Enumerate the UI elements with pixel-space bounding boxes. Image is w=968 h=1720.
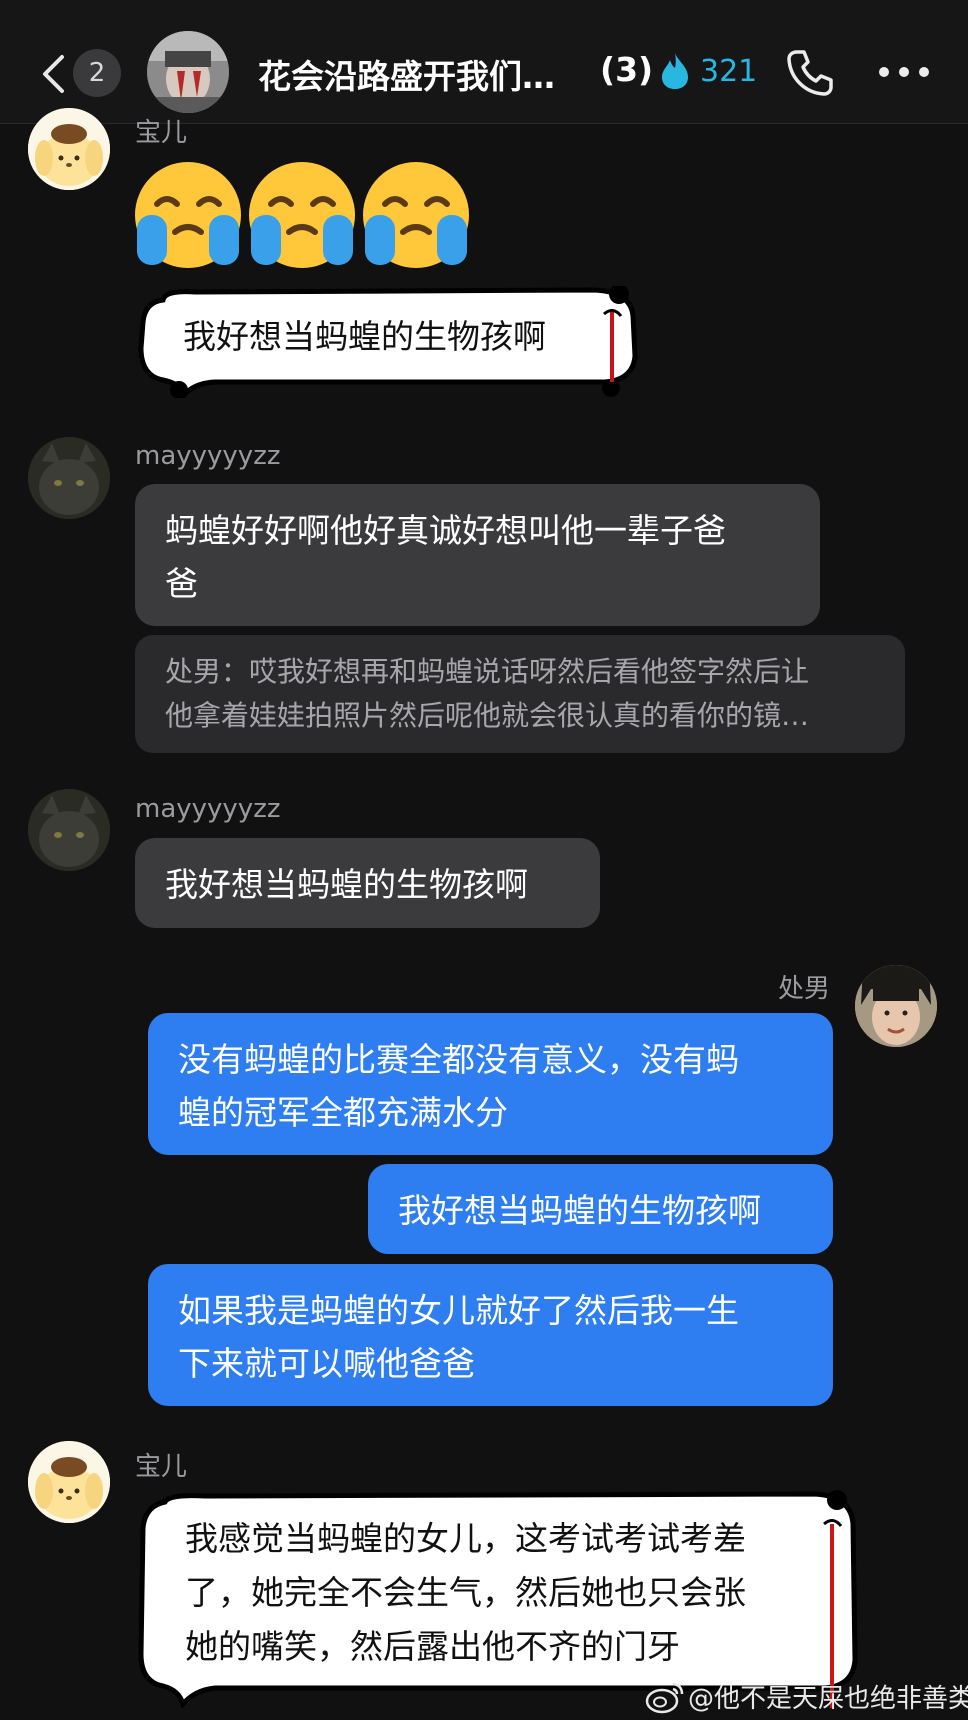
avatar[interactable] xyxy=(28,437,110,519)
message-text-line: 没有蚂蝗的比赛全都没有意义，没有蚂 xyxy=(178,1040,739,1079)
sticker-text-line: 了，她完全不会生气，然后她也只会张 xyxy=(185,1573,746,1612)
message-text-line: 下来就可以喊他爸爸 xyxy=(178,1344,475,1383)
crying-face-icon xyxy=(363,162,469,268)
crying-face-icon xyxy=(135,162,241,268)
intimacy-count: 321 xyxy=(700,54,758,89)
message-bubble[interactable]: 蚂蝗好好啊他好真诚好想叫他一辈子爸 爸 xyxy=(135,484,820,626)
group-name[interactable]: 花会沿路盛开我们… xyxy=(258,50,570,98)
message-bubble[interactable]: 我好想当蚂蝗的生物孩啊 xyxy=(368,1164,833,1254)
sticker-text-line: 我感觉当蚂蝗的女儿，这考试考试考差 xyxy=(185,1519,746,1558)
message-bubble[interactable]: 我好想当蚂蝗的生物孩啊 xyxy=(135,838,600,928)
more-icon[interactable] xyxy=(878,64,930,80)
sender-name: 处男 xyxy=(778,974,831,1004)
message-bubble[interactable]: 没有蚂蝗的比赛全都没有意义，没有蚂 蝗的冠军全都充满水分 xyxy=(148,1013,833,1155)
chevron-left-icon[interactable] xyxy=(40,54,66,94)
sticker-text: 我好想当蚂蝗的生物孩啊 xyxy=(183,317,546,356)
message-text-line: 爸 xyxy=(165,564,198,603)
message-text: 我好想当蚂蝗的生物孩啊 xyxy=(165,865,528,904)
unread-count-badge[interactable]: 2 xyxy=(73,49,121,97)
group-avatar[interactable] xyxy=(147,31,229,113)
sender-name: mayyyyyzz xyxy=(135,794,281,824)
quote-text-line: 处男：哎我好想再和蚂蝗说话呀然后看他签字然后让 xyxy=(165,655,810,688)
sticker-speech-bubble[interactable]: 我感觉当蚂蝗的女儿，这考试考试考差 了，她完全不会生气，然后她也只会张 她的嘴笑… xyxy=(135,1490,865,1708)
chat-screen: 2 花会沿路盛开我们… (3) 321 宝儿 我好想当蚂蝗的生物孩啊 mayyy… xyxy=(0,0,968,1720)
sender-name: mayyyyyzz xyxy=(135,441,281,471)
phone-icon[interactable] xyxy=(785,48,835,98)
message-text-line: 蚂蝗好好啊他好真诚好想叫他一辈子爸 xyxy=(165,511,726,550)
flame-icon xyxy=(662,53,688,89)
watermark: @他不是天屎也绝非善类 xyxy=(688,1684,968,1714)
member-count: (3) xyxy=(600,50,654,89)
message-bubble[interactable]: 如果我是蚂蝗的女儿就好了然后我一生 下来就可以喊他爸爸 xyxy=(148,1264,833,1406)
sticker-speech-bubble[interactable]: 我好想当蚂蝗的生物孩啊 xyxy=(135,286,645,398)
sender-name: 宝儿 xyxy=(135,118,188,148)
message-text-line: 蝗的冠军全都充满水分 xyxy=(178,1093,508,1132)
sender-name: 宝儿 xyxy=(135,1452,188,1482)
sticker-text-line: 她的嘴笑，然后露出他不齐的门牙 xyxy=(185,1627,680,1666)
quote-text-line: 他拿着娃娃拍照片然后呢他就会很认真的看你的镜… xyxy=(165,699,810,732)
quoted-reply[interactable]: 处男：哎我好想再和蚂蝗说话呀然后看他签字然后让 他拿着娃娃拍照片然后呢他就会很认… xyxy=(135,635,905,753)
message-text-line: 如果我是蚂蝗的女儿就好了然后我一生 xyxy=(178,1291,739,1330)
weibo-icon xyxy=(645,1682,684,1714)
avatar[interactable] xyxy=(28,789,110,871)
avatar[interactable] xyxy=(28,1441,110,1523)
crying-face-icon xyxy=(249,162,355,268)
avatar[interactable] xyxy=(855,965,937,1047)
avatar[interactable] xyxy=(28,108,110,190)
message-text: 我好想当蚂蝗的生物孩啊 xyxy=(398,1191,761,1230)
chat-header: 2 花会沿路盛开我们… (3) 321 xyxy=(0,0,968,124)
